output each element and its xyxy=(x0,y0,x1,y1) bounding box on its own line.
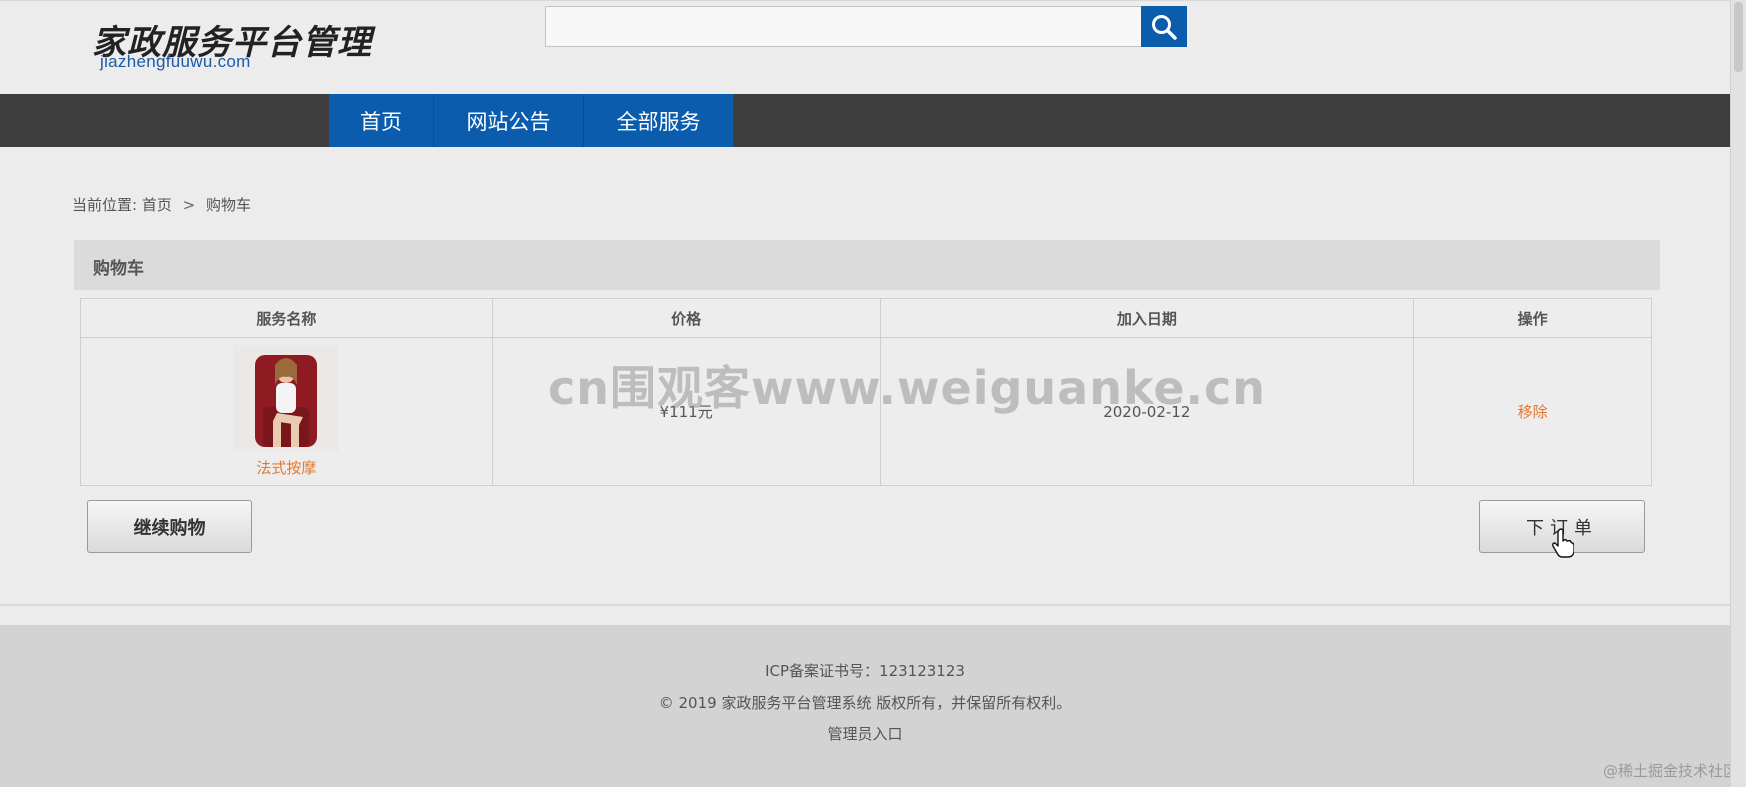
page: 家政服务平台管理 jiazhengfuuwu.com 首页 网站公告 全部服务 … xyxy=(0,0,1746,787)
footer-copyright: © 2019 家政服务平台管理系统 版权所有，并保留所有权利。 xyxy=(658,694,1072,712)
main-nav: 首页 网站公告 全部服务 xyxy=(0,94,1730,147)
service-name-link[interactable]: 法式按摩 xyxy=(82,457,491,478)
search-bar xyxy=(545,6,1187,47)
column-header-action: 操作 xyxy=(1413,298,1652,338)
scrollbar-thumb[interactable] xyxy=(1734,2,1743,72)
site-header: 家政服务平台管理 jiazhengfuuwu.com xyxy=(0,0,1730,94)
cell-date: 2020-02-12 xyxy=(879,337,1415,486)
cart-panel-title: 购物车 xyxy=(93,259,144,279)
nav-items: 首页 网站公告 全部服务 xyxy=(329,94,734,147)
service-thumbnail[interactable] xyxy=(233,345,340,451)
cell-price: ¥111元 xyxy=(491,337,881,486)
cell-action: 移除 xyxy=(1413,337,1652,486)
cart-panel-header: 购物车 xyxy=(74,240,1660,290)
column-header-date: 加入日期 xyxy=(879,298,1415,338)
breadcrumb: 当前位置: 首页 > 购物车 xyxy=(72,194,251,215)
column-header-service-name: 服务名称 xyxy=(80,298,493,338)
breadcrumb-prefix: 当前位置: xyxy=(72,196,138,214)
column-header-price: 价格 xyxy=(491,298,881,338)
site-footer: ICP备案证书号：123123123 © 2019 家政服务平台管理系统 版权所… xyxy=(0,625,1730,787)
breadcrumb-separator: > xyxy=(182,195,196,214)
remove-link[interactable]: 移除 xyxy=(1518,403,1548,421)
breadcrumb-home-link[interactable]: 首页 xyxy=(142,196,172,214)
page-scrollbar[interactable] xyxy=(1730,0,1746,787)
breadcrumb-current: 购物车 xyxy=(206,196,252,214)
site-logo[interactable]: 家政服务平台管理 jiazhengfuuwu.com xyxy=(92,11,371,77)
hand-pointer-icon xyxy=(1552,528,1574,558)
nav-item-home[interactable]: 首页 xyxy=(329,94,434,147)
admin-entry-link[interactable]: 管理员入口 xyxy=(0,723,1730,744)
table-row: 法式按摩 ¥111元 2020-02-12 移除 xyxy=(80,337,1652,486)
footer-divider xyxy=(0,604,1730,606)
logo-domain-text: jiazhengfuuwu.com xyxy=(100,52,251,71)
search-button[interactable] xyxy=(1141,6,1187,47)
continue-shopping-button[interactable]: 继续购物 xyxy=(87,500,252,553)
cart-table: 服务名称 价格 加入日期 操作 法式按摩 ¥111元 2020-02-12 移除 xyxy=(80,298,1652,486)
cart-table-header-row: 服务名称 价格 加入日期 操作 xyxy=(80,298,1652,338)
cell-service: 法式按摩 xyxy=(80,337,493,486)
corner-watermark: @稀土掘金技术社区 xyxy=(1602,762,1738,780)
nav-item-announcements[interactable]: 网站公告 xyxy=(434,94,584,147)
nav-item-all-services[interactable]: 全部服务 xyxy=(584,94,734,147)
service-photo-image xyxy=(233,345,340,451)
footer-icp: ICP备案证书号：123123123 xyxy=(765,662,965,680)
search-input[interactable] xyxy=(545,6,1142,47)
search-icon xyxy=(1152,14,1177,40)
